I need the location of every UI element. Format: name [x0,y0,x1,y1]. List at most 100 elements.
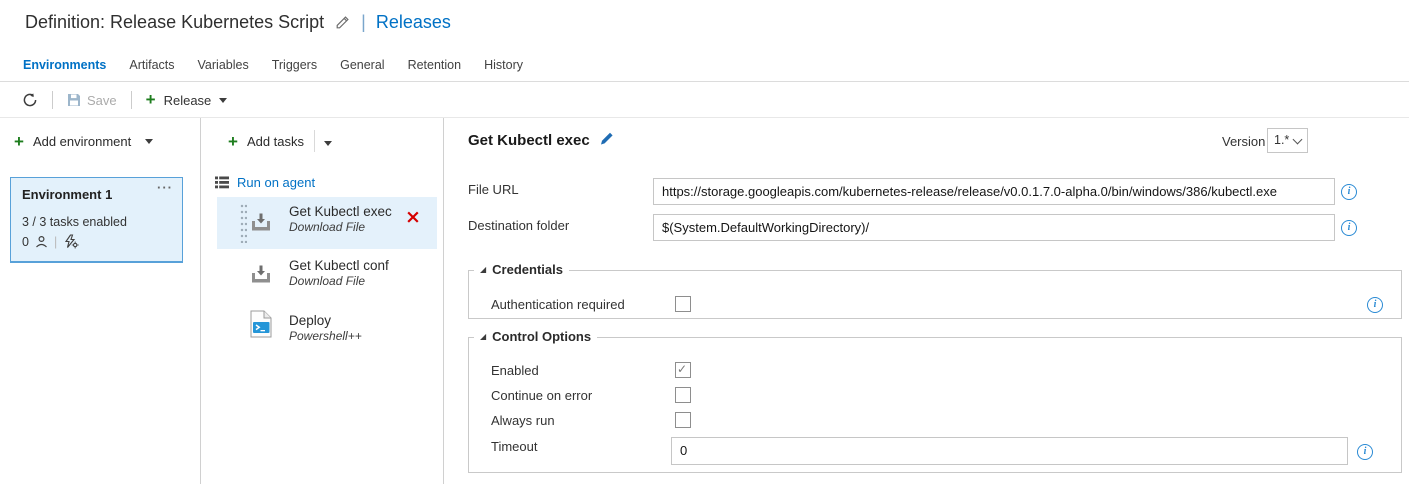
plus-icon: + [14,135,24,149]
collapse-triangle-icon: ◢ [480,333,486,341]
add-environment-label: Add environment [33,134,131,149]
download-file-icon [250,265,272,285]
caret-down-icon [145,139,153,144]
task-type: Powershell++ [289,329,362,343]
enabled-checkbox[interactable] [675,362,691,378]
powershell-icon [250,310,273,338]
info-icon[interactable]: i [1341,184,1357,200]
toolbar-divider [52,91,53,109]
version-label: Version [1222,134,1265,149]
panel-divider [200,118,201,484]
environment-tasks-summary: 3 / 3 tasks enabled [22,215,127,229]
download-file-icon [250,213,272,233]
control-options-section: ◢ Control Options Enabled Continue on er… [468,337,1402,473]
page-title: Definition: Release Kubernetes Script [25,12,324,33]
edit-definition-name-icon[interactable] [334,14,351,31]
task-item-deploy[interactable]: Deploy Powershell++ [217,305,437,353]
enabled-label: Enabled [491,363,539,378]
control-options-title: Control Options [492,329,591,344]
remove-task-icon[interactable]: × [405,206,421,228]
always-run-label: Always run [491,413,555,428]
credentials-title: Credentials [492,262,563,277]
environment-status-row: 0 | [22,234,79,249]
tab-triggers[interactable]: Triggers [270,56,319,74]
add-tasks-button[interactable]: + Add tasks [228,134,304,149]
info-icon[interactable]: i [1341,220,1357,236]
add-environment-button[interactable]: + Add environment [14,134,153,149]
releases-link[interactable]: Releases [376,12,451,33]
tab-retention[interactable]: Retention [406,56,464,74]
create-release-button[interactable]: + Release [146,93,228,108]
refresh-icon[interactable] [22,92,38,108]
file-url-label: File URL [468,182,519,197]
always-run-checkbox[interactable] [675,412,691,428]
tabs-underline [0,81,1409,82]
tab-artifacts[interactable]: Artifacts [127,56,176,74]
task-type: Download File [289,274,365,288]
tab-environments[interactable]: Environments [21,56,108,74]
timeout-label: Timeout [491,439,537,454]
credentials-section: ◢ Credentials Authentication required i [468,270,1402,319]
status-divider: | [54,235,57,249]
drag-handle[interactable] [240,203,247,243]
task-detail-header: Get Kubectl exec [468,132,615,149]
version-select[interactable]: 1.* [1267,128,1308,153]
version-value: 1.* [1274,133,1289,147]
run-on-agent-label: Run on agent [237,175,315,190]
file-url-input[interactable]: https://storage.googleapis.com/kubernete… [653,178,1335,205]
save-button[interactable]: Save [67,93,117,108]
credentials-section-header[interactable]: ◢ Credentials [474,262,569,277]
save-label: Save [87,93,117,108]
tab-general[interactable]: General [338,56,386,74]
edit-task-name-icon[interactable] [599,130,615,146]
info-icon[interactable]: i [1357,444,1373,460]
collapse-triangle-icon: ◢ [480,266,486,274]
task-type: Download File [289,220,365,234]
timeout-value: 0 [680,443,687,458]
release-definition-editor: Definition: Release Kubernetes Script | … [0,0,1409,484]
continue-on-error-label: Continue on error [491,388,592,403]
control-options-section-header[interactable]: ◢ Control Options [474,329,597,344]
info-icon[interactable]: i [1367,297,1383,313]
split-button-divider [314,130,315,152]
destination-folder-label: Destination folder [468,218,569,233]
save-floppy-icon [67,93,81,107]
breadcrumb: Definition: Release Kubernetes Script | … [25,12,451,33]
plus-icon: + [146,93,156,107]
task-name: Deploy [289,313,331,328]
continue-on-error-checkbox[interactable] [675,387,691,403]
panel-divider [443,118,444,484]
caret-down-icon [219,98,227,103]
title-divider: | [361,12,366,33]
authentication-required-checkbox[interactable] [675,296,691,312]
chevron-down-icon [1293,135,1303,145]
deployment-conditions-icon[interactable] [63,234,79,249]
definition-tabs: Environments Artifacts Variables Trigger… [21,56,525,74]
add-tasks-label: Add tasks [247,134,304,149]
task-item-get-kubectl-conf[interactable]: Get Kubectl conf Download File [217,252,437,300]
toolbar: Save + Release [22,88,227,112]
agent-phase-icon [215,176,229,189]
destination-folder-value: $(System.DefaultWorkingDirectory)/ [662,220,869,235]
person-icon[interactable] [35,235,48,248]
tab-history[interactable]: History [482,56,525,74]
release-label: Release [164,93,212,108]
run-on-agent-phase[interactable]: Run on agent [215,175,315,190]
timeout-input[interactable]: 0 [671,437,1348,465]
task-name: Get Kubectl conf [289,258,389,273]
plus-icon: + [228,135,238,149]
task-item-get-kubectl-exec[interactable]: Get Kubectl exec Download File × [217,197,437,249]
tab-variables[interactable]: Variables [196,56,251,74]
task-name: Get Kubectl exec [289,204,392,219]
add-tasks-caret-icon[interactable] [324,141,332,146]
file-url-value: https://storage.googleapis.com/kubernete… [662,184,1277,199]
toolbar-underline [0,117,1409,118]
environment-menu-icon[interactable]: ··· [157,180,173,195]
environment-card[interactable]: Environment 1 ··· 3 / 3 tasks enabled 0 … [10,177,183,263]
environment-name: Environment 1 [22,187,112,202]
task-detail-title: Get Kubectl exec [468,132,590,149]
authentication-required-label: Authentication required [491,297,625,312]
destination-folder-input[interactable]: $(System.DefaultWorkingDirectory)/ [653,214,1335,241]
toolbar-divider [131,91,132,109]
approvals-count: 0 [22,235,29,249]
